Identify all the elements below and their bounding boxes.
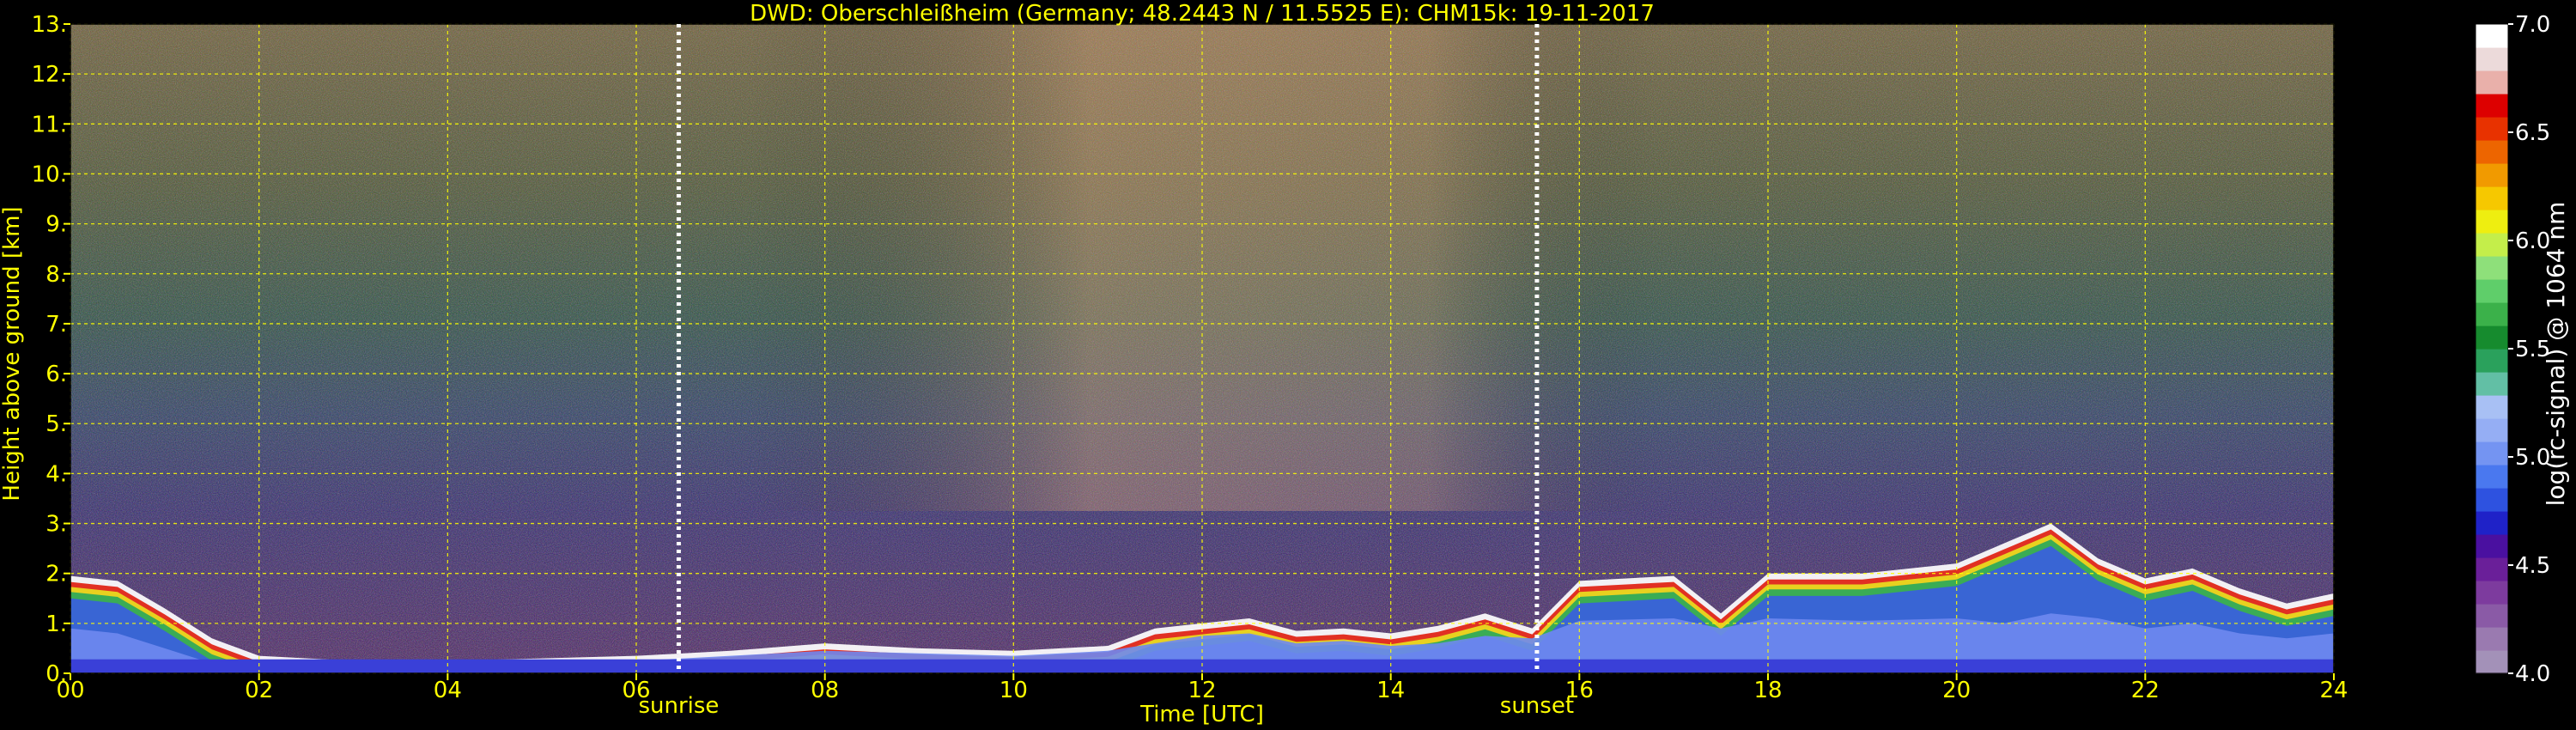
colorbar-swatch (2476, 557, 2508, 581)
y-tick-label: 7. (46, 312, 67, 338)
colorbar-swatch (2476, 70, 2508, 94)
x-tick-label: 06 (622, 678, 650, 703)
x-tick-label: 14 (1376, 678, 1405, 703)
y-tick-label: 10. (32, 161, 67, 187)
colorbar: 4.04.55.05.56.06.57.0 (2475, 12, 2550, 687)
colorbar-swatch (2476, 325, 2508, 350)
colorbar-tick-label: 4.0 (2515, 661, 2550, 687)
y-tick-label: 11. (32, 112, 67, 137)
y-tick-label: 5. (46, 411, 67, 437)
x-tick-label: 12 (1188, 678, 1216, 703)
colorbar-swatch (2476, 279, 2508, 303)
colorbar-swatch (2476, 465, 2508, 489)
colorbar-swatch (2476, 511, 2508, 535)
y-tick-label: 8. (46, 262, 67, 288)
ceilometer-chart: sunrise sunset 00 02 04 06 08 10 12 14 16 18 20 22 24… (0, 1, 2570, 727)
colorbar-swatch (2476, 256, 2508, 280)
x-tick-label: 10 (999, 678, 1028, 703)
colorbar-swatch (2476, 441, 2508, 465)
colorbar-swatch (2476, 186, 2508, 210)
colorbar-label: log(rc-signal) @ 1064 nm (2542, 202, 2570, 507)
colorbar-swatch (2476, 47, 2508, 71)
colorbar-swatch (2476, 349, 2508, 373)
colorbar-swatch (2476, 650, 2508, 674)
x-axis-label: Time [UTC] (1139, 702, 1264, 727)
y-tick-label: 12. (32, 62, 67, 88)
x-tick-label: 24 (2319, 678, 2348, 703)
x-tick-label: 08 (811, 678, 839, 703)
colorbar-swatch (2476, 302, 2508, 326)
colorbar-swatch (2476, 604, 2508, 628)
colorbar-swatch (2476, 24, 2508, 48)
colorbar-swatch (2476, 418, 2508, 442)
y-tick-label: 1. (46, 611, 67, 637)
x-tick-label: 02 (245, 678, 273, 703)
colorbar-tick-label: 7.0 (2515, 12, 2550, 38)
y-tick-label: 3. (46, 512, 67, 538)
y-tick-label: 0. (46, 661, 67, 687)
chart-title: DWD: Oberschleißheim (Germany; 48.2443 N… (750, 1, 1655, 27)
colorbar-swatch (2476, 372, 2508, 396)
x-tick-label: 18 (1753, 678, 1782, 703)
colorbar-swatch (2476, 233, 2508, 257)
y-tick-label: 6. (46, 362, 67, 387)
y-tick-label: 13. (32, 12, 67, 38)
colorbar-swatch (2476, 534, 2508, 558)
x-tick-label: 04 (434, 678, 462, 703)
y-tick-label: 4. (46, 461, 67, 487)
x-tick-label: 16 (1565, 678, 1594, 703)
colorbar-swatch (2476, 627, 2508, 651)
sunset-label: sunset (1500, 693, 1574, 719)
colorbar-tick-label: 6.5 (2515, 120, 2550, 146)
y-axis-label: Height above ground [km] (0, 206, 25, 501)
colorbar-swatch (2476, 140, 2508, 164)
colorbar-swatch (2476, 163, 2508, 187)
colorbar-tick-label: 4.5 (2515, 553, 2550, 579)
x-tick-label: 22 (2131, 678, 2160, 703)
colorbar-swatch (2476, 94, 2508, 118)
colorbar-swatch (2476, 395, 2508, 419)
colorbar-swatch (2476, 117, 2508, 141)
colorbar-swatch (2476, 581, 2508, 605)
colorbar-swatch (2476, 488, 2508, 512)
colorbar-swatch (2476, 210, 2508, 234)
x-tick-label: 20 (1942, 678, 1971, 703)
y-tick-label: 9. (46, 212, 67, 238)
y-tick-label: 2. (46, 562, 67, 587)
